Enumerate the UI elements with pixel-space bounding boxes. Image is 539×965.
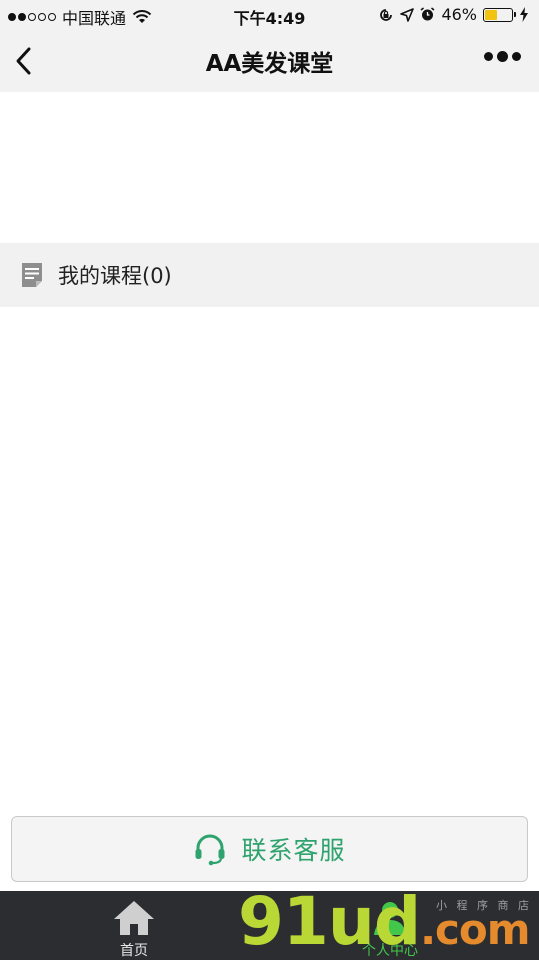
tab-home-label: 首页 [120,943,148,959]
status-right: 46% [378,5,529,24]
headset-icon [195,834,225,866]
person-icon [374,902,406,935]
my-courses-header[interactable]: 我的课程(0) [0,243,539,307]
location-icon [400,7,415,22]
charging-icon [520,7,528,22]
more-dot-icon [497,51,508,62]
document-icon [22,263,42,287]
more-options-button[interactable] [484,51,521,62]
page-title: AA美发课堂 [205,51,334,77]
tab-bar: 首页 个人中心 [0,891,539,960]
tab-profile-label: 个人中心 [362,943,418,959]
more-dot-icon [512,52,521,61]
my-courses-title: 我的课程(0) [58,264,172,288]
status-bar: 中国联通 下午4:49 46% [0,0,539,30]
home-icon [114,901,154,935]
contact-service-label: 联系客服 [241,836,346,865]
tab-home[interactable]: 首页 [34,891,234,960]
tab-profile[interactable]: 个人中心 [290,891,490,960]
battery-percent: 46% [441,5,477,24]
orientation-lock-icon [380,8,393,21]
battery-icon [483,7,516,22]
contact-service-button[interactable]: 联系客服 [11,816,528,882]
more-dot-icon [484,52,493,61]
alarm-icon [420,7,435,21]
navigation-bar: AA美发课堂 [0,30,539,92]
profile-area [0,92,539,243]
